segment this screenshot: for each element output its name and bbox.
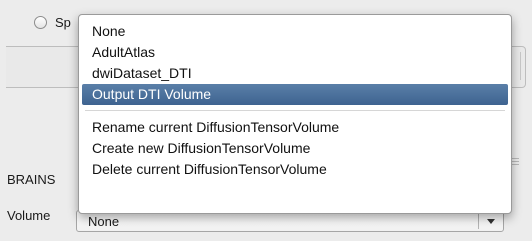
menu-item-output-dti-volume[interactable]: Output DTI Volume	[82, 84, 508, 105]
menu-item-delete-volume[interactable]: Delete current DiffusionTensorVolume	[82, 159, 508, 180]
combobox-divider	[478, 213, 479, 229]
menu-separator	[85, 110, 505, 111]
volume-selector-value: None	[88, 214, 120, 229]
splitter-grip-icon[interactable]	[511, 158, 519, 167]
radio-option[interactable]: Sp	[34, 12, 71, 32]
radio-button[interactable]	[34, 15, 47, 29]
volume-dropdown-menu: None AdultAtlas dwiDataset_DTI Output DT…	[78, 14, 512, 214]
scrollbar-edge[interactable]	[520, 52, 527, 80]
menu-item-none[interactable]: None	[82, 21, 508, 42]
menu-item-dwidataset-dti[interactable]: dwiDataset_DTI	[82, 63, 508, 84]
volume-field-label: Volume	[7, 208, 51, 223]
radio-label: Sp	[55, 14, 71, 30]
menu-item-create-volume[interactable]: Create new DiffusionTensorVolume	[82, 138, 508, 159]
menu-item-rename-volume[interactable]: Rename current DiffusionTensorVolume	[82, 117, 508, 138]
menu-item-adultatlas[interactable]: AdultAtlas	[82, 42, 508, 63]
module-panel: Sp BRAINS Volume None None AdultAtlas dw…	[0, 0, 532, 241]
chevron-down-icon[interactable]	[487, 219, 495, 224]
brains-section-label: BRAINS	[7, 172, 56, 187]
